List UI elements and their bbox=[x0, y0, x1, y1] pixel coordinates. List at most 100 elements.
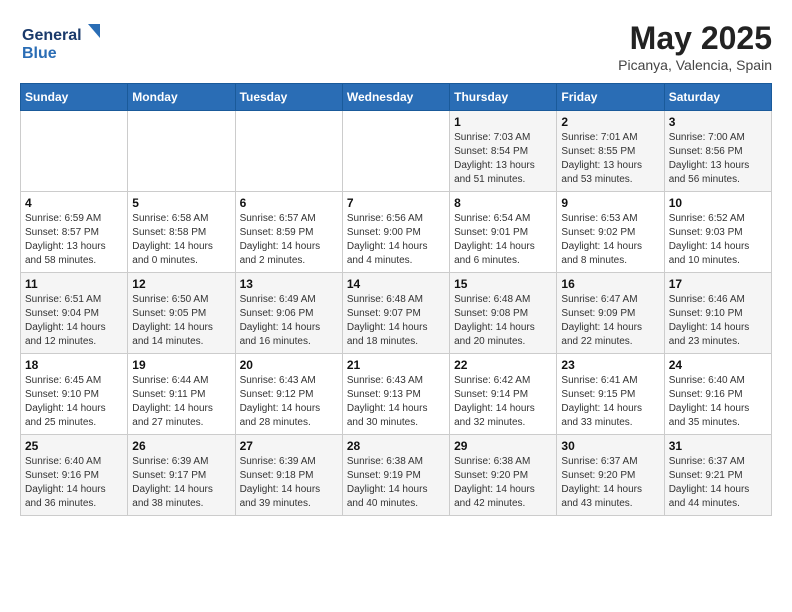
day-number: 4 bbox=[25, 196, 123, 210]
day-info: Sunrise: 6:41 AM Sunset: 9:15 PM Dayligh… bbox=[561, 374, 659, 430]
calendar-body: 1 Sunrise: 7:03 AM Sunset: 8:54 PM Daylig… bbox=[21, 111, 772, 516]
day-info: Sunrise: 6:38 AM Sunset: 9:20 PM Dayligh… bbox=[454, 455, 552, 511]
calendar-cell: 29Sunrise: 6:38 AM Sunset: 9:20 PM Dayli… bbox=[450, 435, 557, 516]
day-number: 14 bbox=[347, 277, 445, 291]
weekday-sunday: Sunday bbox=[21, 84, 128, 111]
logo-svg: General Blue bbox=[20, 20, 100, 65]
calendar-table: SundayMondayTuesdayWednesdayThursdayFrid… bbox=[20, 83, 772, 516]
calendar-cell: 3Sunrise: 7:00 AM Sunset: 8:56 PM Daylig… bbox=[664, 111, 771, 192]
day-info: Sunrise: 6:47 AM Sunset: 9:09 PM Dayligh… bbox=[561, 293, 659, 349]
day-info: Sunrise: 6:48 AM Sunset: 9:08 PM Dayligh… bbox=[454, 293, 552, 349]
weekday-saturday: Saturday bbox=[664, 84, 771, 111]
logo: General Blue bbox=[20, 20, 100, 65]
week-row-1: 1 Sunrise: 7:03 AM Sunset: 8:54 PM Daylig… bbox=[21, 111, 772, 192]
weekday-thursday: Thursday bbox=[450, 84, 557, 111]
day-number: 7 bbox=[347, 196, 445, 210]
calendar-cell: 2 Sunrise: 7:01 AM Sunset: 8:55 PM Daylig… bbox=[557, 111, 664, 192]
day-number: 8 bbox=[454, 196, 552, 210]
calendar-cell bbox=[235, 111, 342, 192]
calendar-cell: 16 Sunrise: 6:47 AM Sunset: 9:09 PM Dayli… bbox=[557, 273, 664, 354]
calendar-cell: 8 Sunrise: 6:54 AM Sunset: 9:01 PM Daylig… bbox=[450, 192, 557, 273]
day-info: Sunrise: 6:39 AM Sunset: 9:17 PM Dayligh… bbox=[132, 455, 230, 511]
week-row-4: 18 Sunrise: 6:45 AM Sunset: 9:10 PM Dayli… bbox=[21, 354, 772, 435]
day-number: 3 bbox=[669, 115, 767, 129]
calendar-cell: 21Sunrise: 6:43 AM Sunset: 9:13 PM Dayli… bbox=[342, 354, 449, 435]
weekday-monday: Monday bbox=[128, 84, 235, 111]
calendar-cell: 20Sunrise: 6:43 AM Sunset: 9:12 PM Dayli… bbox=[235, 354, 342, 435]
day-info: Sunrise: 6:53 AM Sunset: 9:02 PM Dayligh… bbox=[561, 212, 659, 268]
weekday-friday: Friday bbox=[557, 84, 664, 111]
day-info: Sunrise: 6:45 AM Sunset: 9:10 PM Dayligh… bbox=[25, 374, 123, 430]
day-number: 17 bbox=[669, 277, 767, 291]
day-info: Sunrise: 6:43 AM Sunset: 9:12 PM Dayligh… bbox=[240, 374, 338, 430]
calendar-cell: 12 Sunrise: 6:50 AM Sunset: 9:05 PM Dayli… bbox=[128, 273, 235, 354]
calendar-cell: 19 Sunrise: 6:44 AM Sunset: 9:11 PM Dayli… bbox=[128, 354, 235, 435]
day-number: 23 bbox=[561, 358, 659, 372]
day-number: 10 bbox=[669, 196, 767, 210]
day-info: Sunrise: 6:51 AM Sunset: 9:04 PM Dayligh… bbox=[25, 293, 123, 349]
page-header: General Blue May 2025 Picanya, Valencia,… bbox=[20, 20, 772, 73]
svg-text:General: General bbox=[22, 27, 82, 44]
day-info: Sunrise: 6:42 AM Sunset: 9:14 PM Dayligh… bbox=[454, 374, 552, 430]
weekday-header-row: SundayMondayTuesdayWednesdayThursdayFrid… bbox=[21, 84, 772, 111]
day-number: 1 bbox=[454, 115, 552, 129]
day-info: Sunrise: 6:57 AM Sunset: 8:59 PM Dayligh… bbox=[240, 212, 338, 268]
calendar-cell: 23 Sunrise: 6:41 AM Sunset: 9:15 PM Dayli… bbox=[557, 354, 664, 435]
day-number: 9 bbox=[561, 196, 659, 210]
day-info: Sunrise: 6:37 AM Sunset: 9:20 PM Dayligh… bbox=[561, 455, 659, 511]
weekday-wednesday: Wednesday bbox=[342, 84, 449, 111]
day-info: Sunrise: 6:49 AM Sunset: 9:06 PM Dayligh… bbox=[240, 293, 338, 349]
day-number: 5 bbox=[132, 196, 230, 210]
day-info: Sunrise: 6:40 AM Sunset: 9:16 PM Dayligh… bbox=[25, 455, 123, 511]
day-number: 31 bbox=[669, 439, 767, 453]
week-row-5: 25Sunrise: 6:40 AM Sunset: 9:16 PM Dayli… bbox=[21, 435, 772, 516]
day-info: Sunrise: 6:56 AM Sunset: 9:00 PM Dayligh… bbox=[347, 212, 445, 268]
day-info: Sunrise: 6:44 AM Sunset: 9:11 PM Dayligh… bbox=[132, 374, 230, 430]
day-number: 6 bbox=[240, 196, 338, 210]
week-row-2: 4Sunrise: 6:59 AM Sunset: 8:57 PM Daylig… bbox=[21, 192, 772, 273]
day-number: 2 bbox=[561, 115, 659, 129]
day-info: Sunrise: 6:40 AM Sunset: 9:16 PM Dayligh… bbox=[669, 374, 767, 430]
day-info: Sunrise: 6:39 AM Sunset: 9:18 PM Dayligh… bbox=[240, 455, 338, 511]
calendar-cell: 5 Sunrise: 6:58 AM Sunset: 8:58 PM Daylig… bbox=[128, 192, 235, 273]
day-info: Sunrise: 7:03 AM Sunset: 8:54 PM Dayligh… bbox=[454, 131, 552, 187]
day-number: 22 bbox=[454, 358, 552, 372]
calendar-cell bbox=[128, 111, 235, 192]
calendar-cell: 27 Sunrise: 6:39 AM Sunset: 9:18 PM Dayli… bbox=[235, 435, 342, 516]
day-info: Sunrise: 6:38 AM Sunset: 9:19 PM Dayligh… bbox=[347, 455, 445, 511]
calendar-cell: 26Sunrise: 6:39 AM Sunset: 9:17 PM Dayli… bbox=[128, 435, 235, 516]
calendar-cell: 30 Sunrise: 6:37 AM Sunset: 9:20 PM Dayli… bbox=[557, 435, 664, 516]
calendar-cell: 28Sunrise: 6:38 AM Sunset: 9:19 PM Dayli… bbox=[342, 435, 449, 516]
calendar-cell: 22 Sunrise: 6:42 AM Sunset: 9:14 PM Dayli… bbox=[450, 354, 557, 435]
day-number: 30 bbox=[561, 439, 659, 453]
calendar-cell: 31Sunrise: 6:37 AM Sunset: 9:21 PM Dayli… bbox=[664, 435, 771, 516]
month-title: May 2025 bbox=[618, 20, 772, 57]
calendar-cell: 11Sunrise: 6:51 AM Sunset: 9:04 PM Dayli… bbox=[21, 273, 128, 354]
calendar-cell: 6 Sunrise: 6:57 AM Sunset: 8:59 PM Daylig… bbox=[235, 192, 342, 273]
day-number: 27 bbox=[240, 439, 338, 453]
day-info: Sunrise: 6:50 AM Sunset: 9:05 PM Dayligh… bbox=[132, 293, 230, 349]
calendar-header: SundayMondayTuesdayWednesdayThursdayFrid… bbox=[21, 84, 772, 111]
calendar-cell: 17 Sunrise: 6:46 AM Sunset: 9:10 PM Dayli… bbox=[664, 273, 771, 354]
calendar-cell: 15Sunrise: 6:48 AM Sunset: 9:08 PM Dayli… bbox=[450, 273, 557, 354]
day-number: 13 bbox=[240, 277, 338, 291]
week-row-3: 11Sunrise: 6:51 AM Sunset: 9:04 PM Dayli… bbox=[21, 273, 772, 354]
day-info: Sunrise: 6:46 AM Sunset: 9:10 PM Dayligh… bbox=[669, 293, 767, 349]
day-number: 18 bbox=[25, 358, 123, 372]
day-info: Sunrise: 7:01 AM Sunset: 8:55 PM Dayligh… bbox=[561, 131, 659, 187]
day-info: Sunrise: 6:43 AM Sunset: 9:13 PM Dayligh… bbox=[347, 374, 445, 430]
calendar-cell bbox=[21, 111, 128, 192]
calendar-cell: 25Sunrise: 6:40 AM Sunset: 9:16 PM Dayli… bbox=[21, 435, 128, 516]
calendar-cell: 18 Sunrise: 6:45 AM Sunset: 9:10 PM Dayli… bbox=[21, 354, 128, 435]
day-number: 19 bbox=[132, 358, 230, 372]
day-number: 12 bbox=[132, 277, 230, 291]
title-block: May 2025 Picanya, Valencia, Spain bbox=[618, 20, 772, 73]
day-number: 16 bbox=[561, 277, 659, 291]
calendar-cell: 9 Sunrise: 6:53 AM Sunset: 9:02 PM Daylig… bbox=[557, 192, 664, 273]
location: Picanya, Valencia, Spain bbox=[618, 57, 772, 73]
calendar-cell: 10Sunrise: 6:52 AM Sunset: 9:03 PM Dayli… bbox=[664, 192, 771, 273]
calendar-cell: 24Sunrise: 6:40 AM Sunset: 9:16 PM Dayli… bbox=[664, 354, 771, 435]
calendar-cell: 1 Sunrise: 7:03 AM Sunset: 8:54 PM Daylig… bbox=[450, 111, 557, 192]
day-info: Sunrise: 6:58 AM Sunset: 8:58 PM Dayligh… bbox=[132, 212, 230, 268]
day-info: Sunrise: 6:54 AM Sunset: 9:01 PM Dayligh… bbox=[454, 212, 552, 268]
